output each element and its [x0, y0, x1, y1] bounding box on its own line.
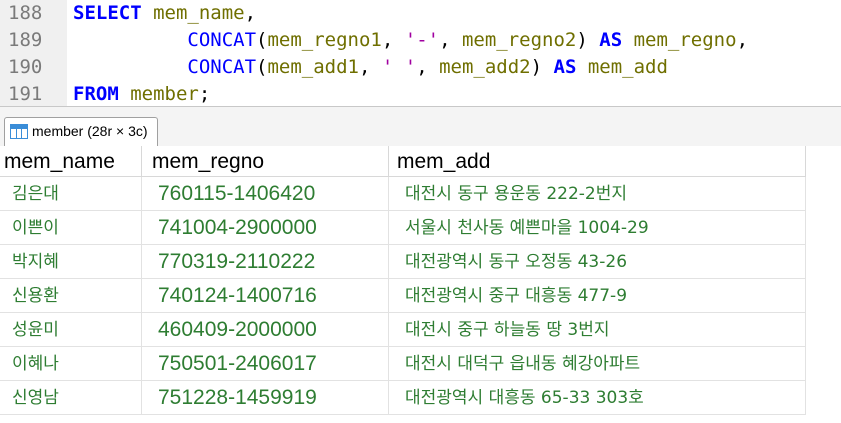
cell-mem-add[interactable]: 대전시 중구 하늘동 땅 3번지 — [389, 313, 806, 347]
code-token: '-' — [404, 29, 440, 51]
code-text: CONCAT(mem_regno1, '-', mem_regno2) AS m… — [73, 27, 748, 54]
result-tab-bar: member (28r × 3c) — [0, 106, 841, 148]
cell-mem-add[interactable]: 대전광역시 동구 오정동 43-26 — [389, 245, 806, 279]
cell-mem-name[interactable]: 이쁜이 — [0, 211, 142, 245]
cell-mem-name[interactable]: 박지혜 — [0, 245, 142, 279]
cell-mem-name[interactable]: 이혜나 — [0, 347, 142, 381]
code-text: CONCAT(mem_add1, ' ', mem_add2) AS mem_a… — [73, 54, 668, 81]
code-token: SELECT — [73, 2, 142, 24]
cell-mem-regno[interactable]: 460409-2000000 — [142, 313, 389, 347]
table-row[interactable]: 박지혜 770319-2110222 대전광역시 동구 오정동 43-26 — [0, 245, 806, 279]
code-text: FROM member; — [73, 81, 210, 108]
cell-mem-name[interactable]: 김은대 — [0, 177, 142, 211]
result-grid[interactable]: mem_name mem_regno mem_add 김은대 760115-140… — [0, 146, 841, 423]
cell-mem-add[interactable]: 대전시 동구 용운동 222-2번지 — [389, 177, 806, 211]
line-number: 189 — [8, 29, 43, 51]
code-token: mem_name — [153, 2, 245, 24]
cell-mem-regno[interactable]: 740124-1400716 — [142, 279, 389, 313]
code-token: , — [736, 29, 749, 51]
table-row[interactable]: 김은대 760115-1406420 대전시 동구 용운동 222-2번지 — [0, 177, 806, 211]
code-line[interactable]: 188 SELECT mem_name, — [0, 0, 841, 27]
code-token: mem_regno1 — [267, 29, 382, 51]
code-token: , — [244, 2, 257, 24]
code-text: SELECT mem_name, — [73, 0, 256, 27]
cell-mem-regno[interactable]: 770319-2110222 — [142, 245, 389, 279]
column-header-mem-name[interactable]: mem_name — [0, 146, 142, 177]
cell-mem-name[interactable]: 성윤미 — [0, 313, 142, 347]
line-number: 190 — [8, 56, 43, 78]
cell-mem-add[interactable]: 대전시 대덕구 읍내동 혜강아파트 — [389, 347, 806, 381]
code-token: CONCAT — [187, 29, 257, 51]
code-line[interactable]: 190 CONCAT(mem_add1, ' ', mem_add2) AS m… — [0, 54, 841, 81]
code-token: ) — [530, 56, 554, 78]
column-header-mem-regno[interactable]: mem_regno — [142, 146, 389, 177]
column-header-mem-add[interactable]: mem_add — [389, 146, 806, 177]
table-row[interactable]: 신영남 751228-1459919 대전광역시 대흥동 65-33 303호 — [0, 381, 806, 415]
code-token: ) — [576, 29, 600, 51]
table-row[interactable]: 신용환 740124-1400716 대전광역시 중구 대흥동 477-9 — [0, 279, 806, 313]
table-row[interactable]: 이쁜이 741004-2900000 서울시 천사동 예쁜마을 1004-29 — [0, 211, 806, 245]
code-token: CONCAT — [187, 56, 257, 78]
code-token: , — [381, 29, 405, 51]
code-token: mem_regno — [633, 29, 737, 51]
table-grid-icon — [10, 124, 28, 139]
code-token: mem_add1 — [267, 56, 359, 78]
cell-mem-add[interactable]: 서울시 천사동 예쁜마을 1004-29 — [389, 211, 806, 245]
code-token: ' ' — [381, 56, 417, 78]
code-token: , — [439, 29, 462, 51]
code-line[interactable]: 191 FROM member; — [0, 81, 841, 108]
code-token: mem_add — [587, 56, 668, 78]
cell-mem-add[interactable]: 대전광역시 대흥동 65-33 303호 — [389, 381, 806, 415]
line-number: 191 — [8, 83, 43, 105]
cell-mem-regno[interactable]: 751228-1459919 — [142, 381, 389, 415]
code-line[interactable]: 189 CONCAT(mem_regno1, '-', mem_regno2) … — [0, 27, 841, 54]
code-token: FROM — [73, 83, 119, 105]
code-token: member — [130, 83, 199, 105]
table-row[interactable]: 성윤미 460409-2000000 대전시 중구 하늘동 땅 3번지 — [0, 313, 806, 347]
code-token: ( — [256, 56, 268, 78]
cell-mem-add[interactable]: 대전광역시 중구 대흥동 477-9 — [389, 279, 806, 313]
line-number: 188 — [8, 2, 43, 24]
cell-mem-name[interactable]: 신용환 — [0, 279, 142, 313]
code-token: AS — [599, 29, 623, 51]
code-token: mem_add2 — [439, 56, 531, 78]
table-row[interactable]: 이혜나 750501-2406017 대전시 대덕구 읍내동 혜강아파트 — [0, 347, 806, 381]
code-token: mem_regno2 — [461, 29, 577, 51]
code-token: , — [416, 56, 440, 78]
cell-mem-regno[interactable]: 760115-1406420 — [142, 177, 389, 211]
code-token: , — [359, 56, 382, 78]
cell-mem-regno[interactable]: 741004-2900000 — [142, 211, 389, 245]
result-tab-member[interactable]: member (28r × 3c) — [4, 117, 158, 148]
sql-editor[interactable]: 188 SELECT mem_name, 189 CONCAT(mem_regno1… — [0, 0, 841, 106]
cell-mem-name[interactable]: 신영남 — [0, 381, 142, 415]
result-tab-label: member (28r × 3c) — [32, 123, 148, 139]
code-token: AS — [553, 56, 577, 78]
code-token: ; — [198, 83, 211, 105]
code-token: ( — [256, 29, 268, 51]
cell-mem-regno[interactable]: 750501-2406017 — [142, 347, 389, 381]
